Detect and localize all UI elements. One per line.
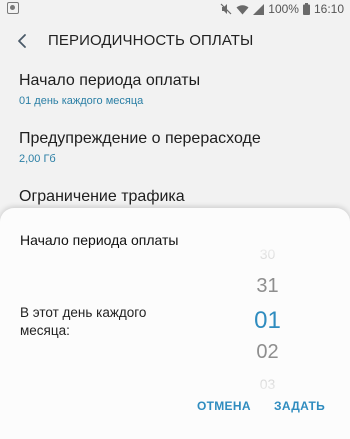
billing-start-dialog: Начало периода оплаты В этот день каждог… bbox=[0, 208, 350, 439]
picker-fade-top bbox=[240, 238, 295, 268]
back-button[interactable] bbox=[2, 18, 42, 63]
dialog-actions: ОТМЕНА ЗАДАТЬ bbox=[0, 399, 350, 419]
status-right-group: 100% 16:10 bbox=[220, 1, 344, 17]
cancel-button[interactable]: ОТМЕНА bbox=[197, 399, 251, 413]
signal-icon bbox=[253, 3, 265, 15]
status-bar: 100% 16:10 bbox=[0, 0, 350, 18]
settings-item-subtitle: 2,00 Гб bbox=[19, 153, 56, 165]
settings-item-title: Предупреждение о перерасходе bbox=[19, 130, 261, 147]
set-button[interactable]: ЗАДАТЬ bbox=[274, 399, 325, 413]
dialog-title: Начало периода оплаты bbox=[20, 232, 179, 248]
mute-icon bbox=[220, 3, 232, 15]
notification-icon bbox=[7, 2, 19, 14]
back-arrow-icon bbox=[18, 33, 26, 48]
settings-item-title: Начало периода оплаты bbox=[19, 72, 201, 89]
app-bar: ПЕРИОДИЧНОСТЬ ОПЛАТЫ bbox=[0, 18, 350, 63]
settings-item-title: Ограничение трафика bbox=[19, 188, 185, 205]
settings-item-traffic-limit[interactable]: Ограничение трафика bbox=[19, 188, 338, 206]
clock: 16:10 bbox=[313, 2, 344, 16]
settings-item-billing-start[interactable]: Начало периода оплаты 01 день каждого ме… bbox=[19, 72, 338, 107]
picker-value[interactable]: 31 bbox=[245, 275, 290, 298]
picker-selected-value[interactable]: 01 bbox=[245, 307, 290, 335]
page-title: ПЕРИОДИЧНОСТЬ ОПЛАТЫ bbox=[48, 32, 254, 49]
picker-value[interactable]: 02 bbox=[245, 341, 290, 364]
battery-percent: 100% bbox=[268, 2, 299, 16]
settings-item-subtitle: 01 день каждого месяца bbox=[19, 95, 144, 107]
wifi-icon bbox=[236, 4, 249, 15]
dialog-label: В этот день каждого месяца: bbox=[20, 305, 147, 338]
settings-item-overuse-warning[interactable]: Предупреждение о перерасходе 2,00 Гб bbox=[19, 130, 338, 165]
battery-icon bbox=[302, 3, 310, 15]
